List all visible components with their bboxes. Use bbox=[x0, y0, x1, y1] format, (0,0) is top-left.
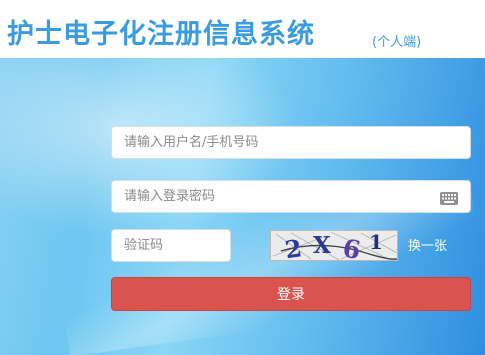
username-field bbox=[111, 126, 471, 159]
keyboard-icon[interactable] bbox=[440, 190, 458, 205]
password-field bbox=[111, 180, 471, 213]
captcha-input[interactable] bbox=[112, 230, 230, 261]
password-input[interactable] bbox=[112, 181, 470, 212]
captcha-field bbox=[111, 229, 231, 262]
username-input[interactable] bbox=[112, 127, 470, 158]
page-subtitle: (个人端) bbox=[372, 35, 422, 50]
svg-text:X: X bbox=[313, 232, 331, 259]
svg-text:1: 1 bbox=[369, 231, 383, 254]
captcha-image[interactable]: 2 X 6 1 bbox=[270, 230, 398, 261]
page-title: 护士电子化注册信息系统 bbox=[7, 19, 315, 50]
header: 护士电子化注册信息系统 (个人端) bbox=[0, 0, 485, 58]
login-button[interactable]: 登录 bbox=[111, 277, 471, 311]
login-panel: 2 X 6 1 换一张 登录 bbox=[0, 58, 485, 355]
refresh-captcha-link[interactable]: 换一张 bbox=[408, 235, 447, 254]
